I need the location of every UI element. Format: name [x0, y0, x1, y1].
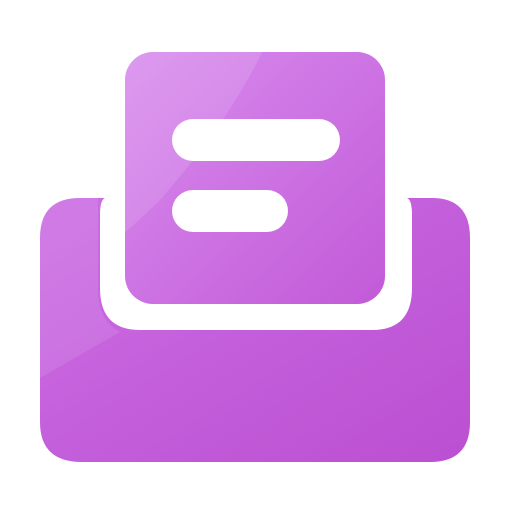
text-line-long — [172, 119, 340, 161]
icon-graphic — [40, 52, 470, 462]
text-line-short — [172, 190, 288, 232]
inbox-document-icon — [0, 0, 512, 512]
